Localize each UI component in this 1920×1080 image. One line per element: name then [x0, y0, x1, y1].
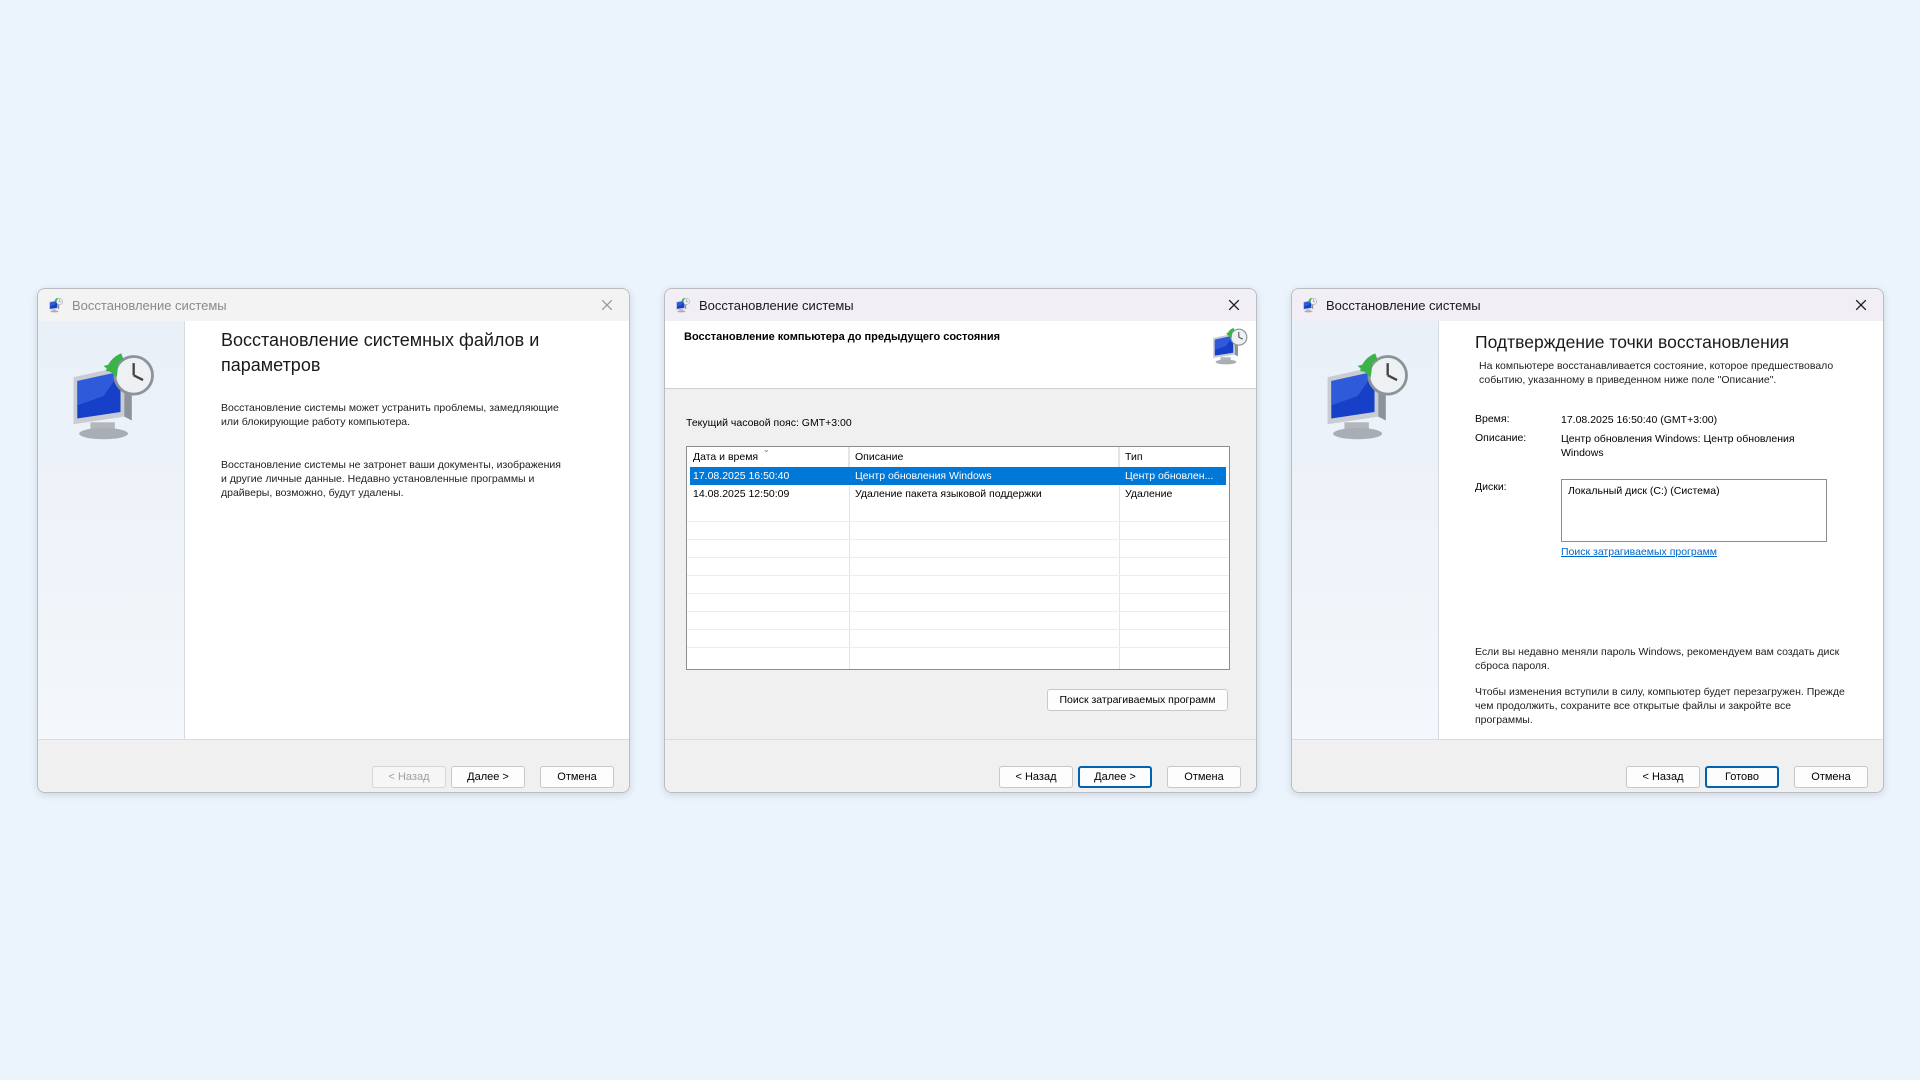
close-icon [601, 299, 613, 311]
page-heading: Восстановление компьютера до предыдущего… [684, 331, 1001, 343]
timezone-label: Текущий часовой пояс: GMT+3:00 [686, 417, 852, 429]
wizard-header: Восстановление компьютера до предыдущего… [665, 321, 1256, 389]
scan-affected-programs-button[interactable]: Поиск затрагиваемых программ [1047, 689, 1228, 711]
system-restore-icon [1210, 326, 1250, 366]
restore-points-table[interactable]: Дата и время ⌄ Описание Тип 17.08.2025 1… [686, 446, 1230, 670]
password-note: Если вы недавно меняли пароль Windows, р… [1475, 646, 1840, 672]
table-row[interactable]: 14.08.2025 12:50:09 Удаление пакета язык… [690, 485, 1226, 503]
intro-paragraph: Восстановление системы может устранить п… [221, 402, 559, 428]
close-button[interactable] [1839, 289, 1883, 321]
wizard-page: Подтверждение точки восстановления На ко… [1439, 321, 1883, 739]
system-restore-icon [1302, 297, 1318, 313]
info-paragraph: Восстановление системы не затронет ваши … [221, 459, 561, 499]
wizard-footer: < Назад Далее > Отмена [665, 739, 1256, 792]
page-heading: Восстановление системных файлов и параме… [221, 330, 540, 375]
window-title: Восстановление системы [1326, 297, 1481, 313]
description-label: Описание: [1475, 432, 1527, 444]
cell-type: Центр обновлен... [1125, 470, 1214, 482]
finish-button[interactable]: Готово [1705, 766, 1779, 788]
system-restore-window-select-point: Восстановление системы Восстановление ко… [664, 288, 1257, 793]
disks-list[interactable]: Локальный диск (C:) (Система) [1561, 479, 1827, 542]
window-title: Восстановление системы [72, 297, 227, 313]
cell-datetime: 14.08.2025 12:50:09 [693, 488, 790, 500]
time-label: Время: [1475, 413, 1510, 425]
wizard-footer: < Назад Готово Отмена [1292, 739, 1883, 792]
time-value: 17.08.2025 16:50:40 (GMT+3:00) [1561, 414, 1718, 426]
description-value: Центр обновления Windows: Центр обновлен… [1561, 433, 1795, 459]
page-heading: Подтверждение точки восстановления [1475, 332, 1790, 352]
cancel-button[interactable]: Отмена [1167, 766, 1241, 788]
sort-indicator-icon: ⌄ [763, 446, 770, 454]
system-restore-icon [66, 349, 160, 443]
system-restore-icon [48, 297, 64, 313]
close-button[interactable] [585, 289, 629, 321]
column-header-label: Дата и время [693, 451, 759, 463]
system-restore-icon [1320, 349, 1414, 443]
title-bar[interactable]: Восстановление системы [665, 289, 1256, 321]
wizard-sidebar [38, 321, 185, 739]
system-restore-window-intro: Восстановление системы Восстановление си… [37, 288, 630, 793]
column-header-datetime[interactable]: Дата и время ⌄ [687, 447, 849, 467]
disks-label: Диски: [1475, 481, 1507, 493]
system-restore-window-confirm: Восстановление системы Подтверждение точ… [1291, 288, 1884, 793]
next-button[interactable]: Далее > [1078, 766, 1152, 788]
close-icon [1228, 299, 1240, 311]
close-icon [1855, 299, 1867, 311]
next-button[interactable]: Далее > [451, 766, 525, 788]
cell-type: Удаление [1125, 488, 1173, 500]
back-button[interactable]: < Назад [372, 766, 446, 788]
cell-description: Центр обновления Windows [855, 470, 992, 482]
scan-affected-programs-link[interactable]: Поиск затрагиваемых программ [1561, 546, 1717, 558]
wizard-sidebar [1292, 321, 1439, 739]
title-bar[interactable]: Восстановление системы [38, 289, 629, 321]
intro-paragraph: На компьютере восстанавливается состояни… [1479, 360, 1834, 386]
cell-description: Удаление пакета языковой поддержки [855, 488, 1042, 500]
cell-datetime: 17.08.2025 16:50:40 [693, 470, 790, 482]
restart-note: Чтобы изменения вступили в силу, компьют… [1475, 686, 1845, 726]
system-restore-icon [675, 297, 691, 313]
title-bar[interactable]: Восстановление системы [1292, 289, 1883, 321]
back-button[interactable]: < Назад [999, 766, 1073, 788]
disk-item: Локальный диск (C:) (Система) [1568, 485, 1720, 497]
wizard-footer: < Назад Далее > Отмена [38, 739, 629, 792]
back-button[interactable]: < Назад [1626, 766, 1700, 788]
wizard-body: Текущий часовой пояс: GMT+3:00 Дата и вр… [665, 389, 1256, 739]
column-header-description[interactable]: Описание [849, 447, 1119, 467]
cancel-button[interactable]: Отмена [540, 766, 614, 788]
column-header-type[interactable]: Тип [1119, 447, 1229, 467]
window-title: Восстановление системы [699, 297, 854, 313]
table-row[interactable]: 17.08.2025 16:50:40 Центр обновления Win… [690, 467, 1226, 485]
cancel-button[interactable]: Отмена [1794, 766, 1868, 788]
wizard-page: Восстановление системных файлов и параме… [185, 321, 629, 739]
close-button[interactable] [1212, 289, 1256, 321]
